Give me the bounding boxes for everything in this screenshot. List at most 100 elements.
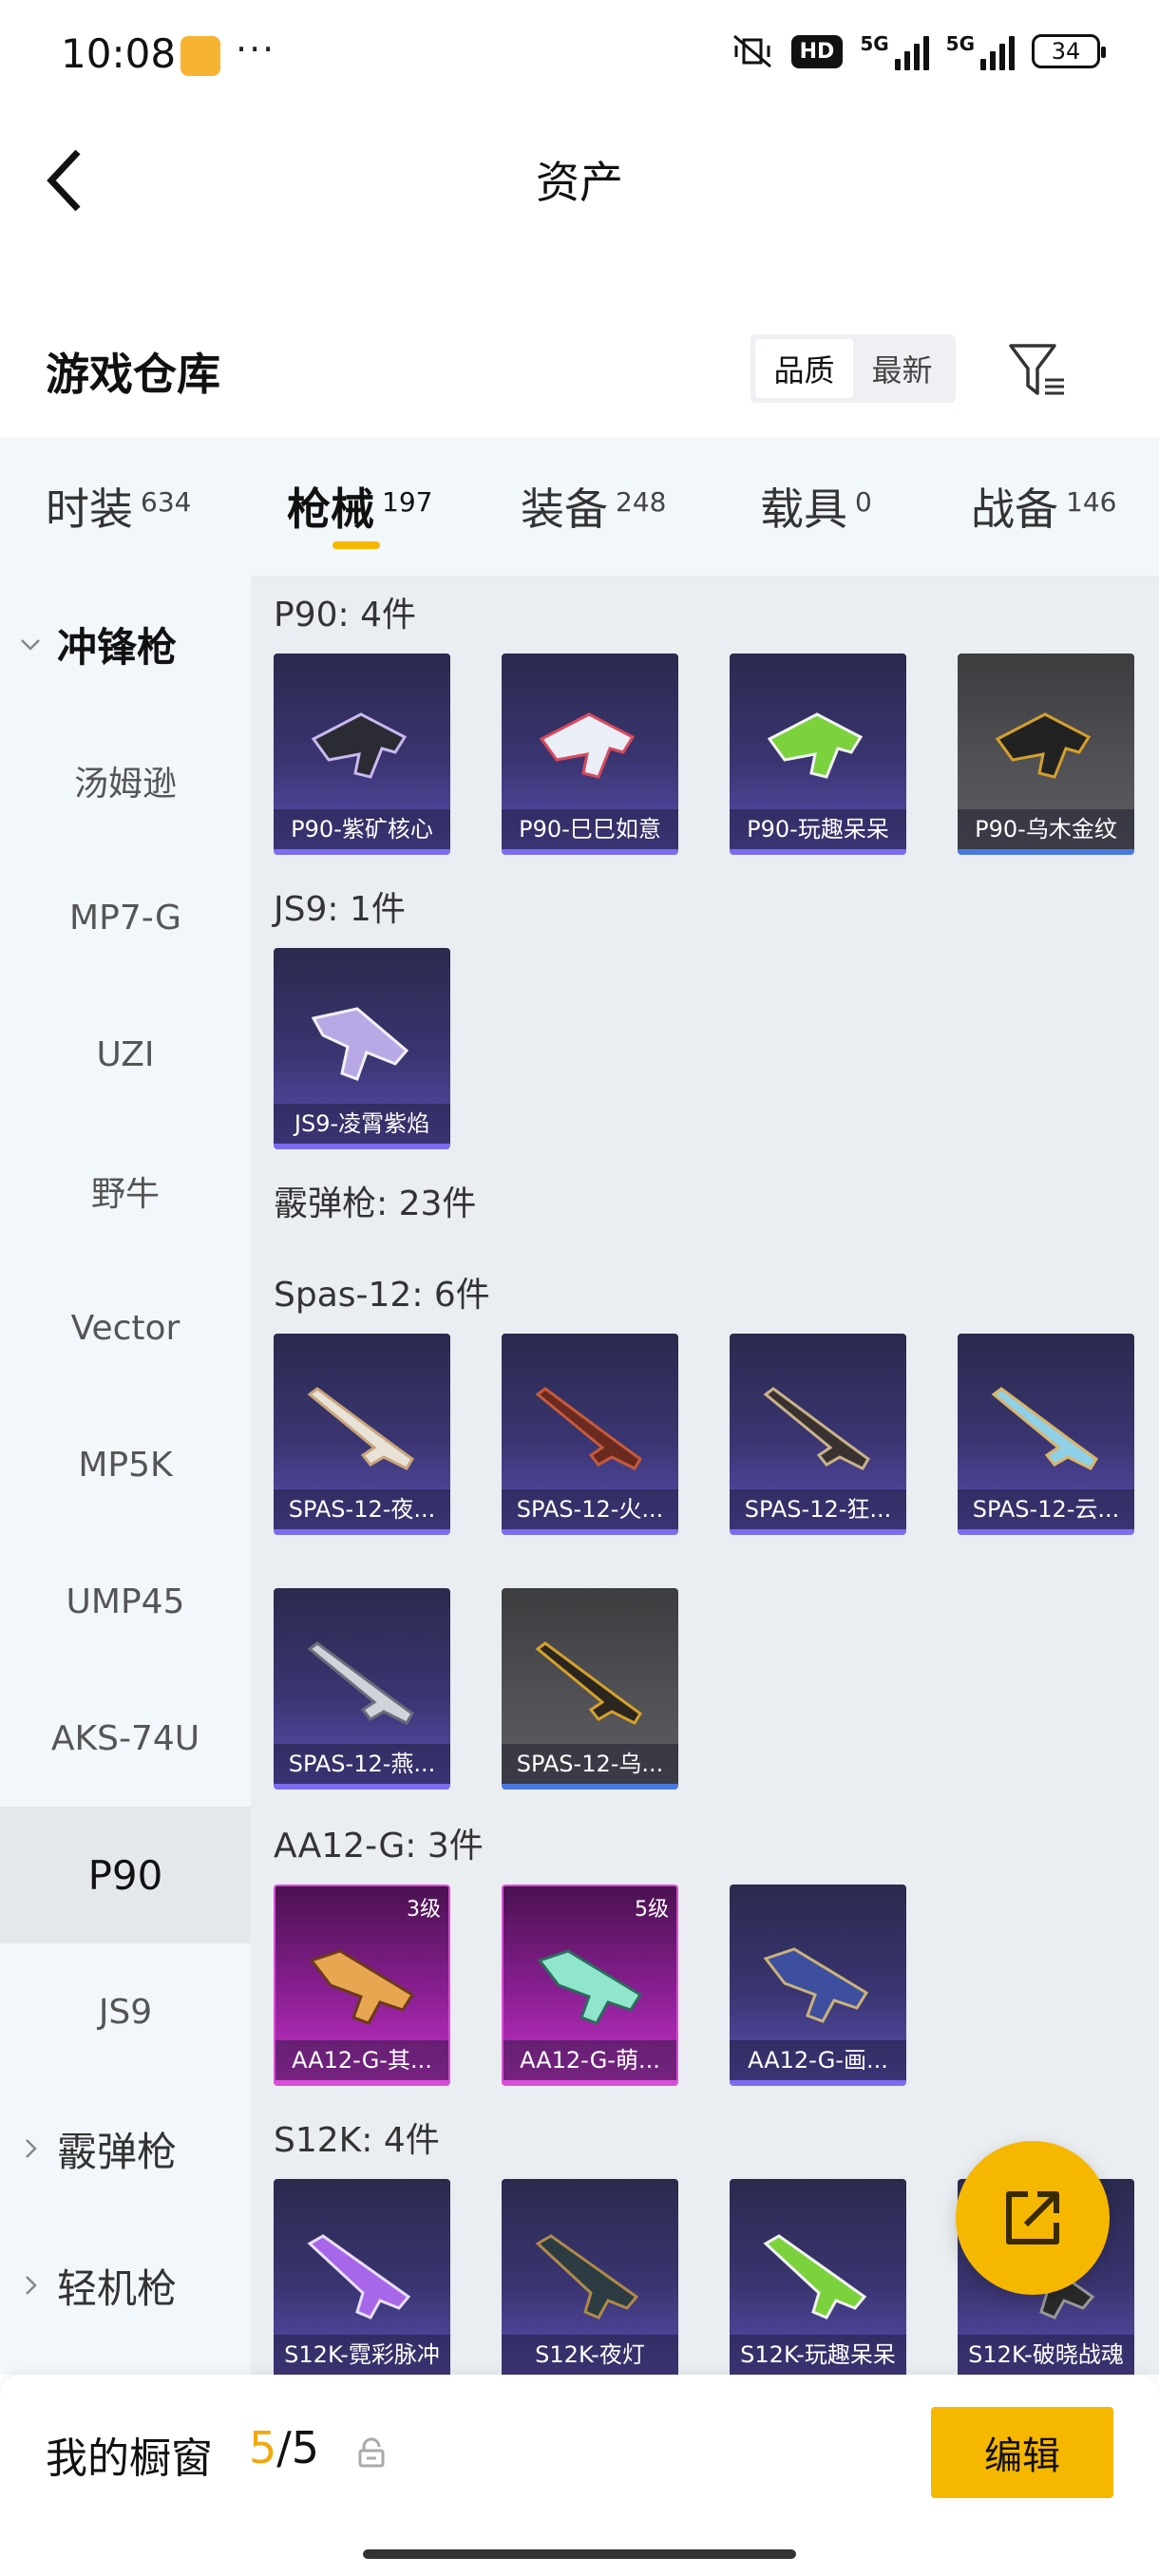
skin-name: SPAS-12-火... [502,1489,678,1529]
skin-card[interactable]: S12K-玩趣呆呆 [730,2179,906,2375]
skin-name: P90-巳巳如意 [502,809,678,849]
gun-skin-icon [539,712,636,779]
gun-skin-icon [535,1387,642,1470]
skin-name: SPAS-12-燕... [274,1744,450,1784]
showcase-label: 我的橱窗 [46,2434,213,2483]
vibrate-mute-icon [732,34,771,68]
skin-card[interactable]: SPAS-12-狂... [730,1334,906,1535]
showcase-separator: / [276,2422,292,2473]
sidebar-group-smg[interactable]: 冲锋枪 [0,576,251,712]
showcase-bar: 我的橱窗 5/5 编辑 [0,2375,1159,2576]
tab-gear[interactable]: 战备 146 [971,437,1116,538]
sidebar-item-uzi[interactable]: UZI [0,986,251,1123]
sidebar-group-lmg[interactable]: 轻机枪 [0,2217,251,2354]
weapon-type-sidebar: 冲锋枪 汤姆逊 MP7-G UZI 野牛 Vector MP5K UMP45 A… [0,576,251,2375]
skin-card[interactable]: SPAS-12-云... [958,1334,1134,1535]
gun-skin-icon [535,1641,642,1725]
skin-card[interactable]: P90-乌木金纹 [958,653,1134,855]
status-indicators: HD 5G 5G 34 [731,32,1106,70]
home-indicator[interactable] [363,2549,796,2559]
app-notification-icon [180,36,220,76]
page-title: 资产 [536,157,623,208]
skin-name: S12K-玩趣呆呆 [730,2335,906,2375]
gun-skin-icon [995,712,1092,779]
showcase-total: 5 [291,2422,320,2473]
skin-name: P90-玩趣呆呆 [730,809,906,849]
skin-card[interactable]: P90-紫矿核心 [274,653,450,855]
signal-icon-1: 5G [860,32,929,70]
skin-card[interactable]: SPAS-12-燕... [274,1588,450,1790]
sidebar-item-bizon[interactable]: 野牛 [0,1123,251,1260]
skin-name: JS9-凌霄紫焰 [274,1104,450,1144]
skin-card[interactable]: SPAS-12-夜... [274,1334,450,1535]
sidebar-item-js9[interactable]: JS9 [0,1943,251,2080]
gun-skin-icon [763,1387,870,1470]
warehouse-title: 游戏仓库 [46,349,220,400]
skin-card[interactable]: P90-玩趣呆呆 [730,653,906,855]
sidebar-item-mp7g[interactable]: MP7-G [0,849,251,986]
sort-newest-option[interactable]: 最新 [853,339,951,398]
gun-skin-icon [991,1387,1098,1470]
sidebar-item-aks74u[interactable]: AKS-74U [0,1670,251,1807]
sidebar-item-thompson[interactable]: 汤姆逊 [0,712,251,849]
chevron-right-icon [26,2276,37,2295]
skin-name: AA12-G-萌... [504,2040,676,2080]
status-time: 10:08 [61,30,177,77]
category-tabs: 时装 634 枪械 197 装备 248 载具 0 战备 146 [0,437,1159,576]
skin-name: P90-紫矿核心 [274,809,450,849]
sidebar-group-shotgun[interactable]: 霰弹枪 [0,2080,251,2217]
gun-skin-icon [763,1947,869,2023]
sort-toggle: 品质 最新 [750,334,956,403]
gun-skin-icon [535,2234,639,2320]
skin-name: AA12-G-画... [730,2040,906,2080]
more-notifications-icon: ··· [236,28,276,70]
tab-vehicles[interactable]: 载具 0 [760,437,872,538]
sidebar-item-mp5k[interactable]: MP5K [0,1396,251,1533]
skin-card[interactable]: P90-巳巳如意 [502,653,678,855]
sort-quality-option[interactable]: 品质 [755,339,853,398]
skin-card[interactable]: AA12-G-画... [730,1885,906,2086]
sidebar-item-p90[interactable]: P90 [0,1807,251,1943]
filter-icon[interactable] [1005,338,1068,401]
section-title-js9: JS9: 1件 [274,890,406,929]
chevron-right-icon [26,2139,37,2158]
skin-name: SPAS-12-夜... [274,1489,450,1529]
share-icon [1006,2191,1059,2245]
skin-card[interactable]: SPAS-12-火... [502,1334,678,1535]
skin-name: S12K-破晓战魂 [958,2335,1134,2375]
chevron-down-icon [21,639,40,651]
skin-name: SPAS-12-狂... [730,1489,906,1529]
gun-skin-icon [311,712,408,779]
hd-voice-icon: HD [790,34,844,68]
section-title-shotgun: 霰弹枪: 23件 [274,1184,477,1223]
section-title-p90: P90: 4件 [274,596,416,635]
section-title-aa12g: AA12-G: 3件 [274,1827,484,1866]
sidebar-item-vector[interactable]: Vector [0,1260,251,1396]
battery-icon: 34 [1032,34,1106,68]
gun-skin-icon [307,2234,411,2320]
sidebar-item-ump45[interactable]: UMP45 [0,1533,251,1670]
skin-card[interactable]: JS9-凌霄紫焰 [274,948,450,1149]
edit-button[interactable]: 编辑 [931,2407,1113,2498]
skin-card[interactable]: S12K-霓彩脉冲 [274,2179,450,2375]
page-header: 资产 [0,112,1159,245]
gun-skin-icon [311,1007,409,1081]
skin-card[interactable]: 5级 AA12-G-萌... [502,1885,678,2086]
gun-skin-icon [307,1387,414,1470]
skin-name: P90-乌木金纹 [958,809,1134,849]
section-title-spas12: Spas-12: 6件 [274,1276,490,1315]
skin-card[interactable]: S12K-夜灯 [502,2179,678,2375]
share-fab-button[interactable] [956,2141,1110,2295]
gun-skin-icon [767,712,864,779]
lock-icon [358,2437,385,2468]
signal-icon-2: 5G [946,32,1015,70]
showcase-count: 5/5 [249,2422,319,2473]
warehouse-row: 游戏仓库 品质 最新 [0,323,1159,427]
tab-equipment[interactable]: 装备 248 [521,437,666,538]
active-tab-indicator [332,541,380,549]
tab-fashion[interactable]: 时装 634 [46,437,191,538]
skin-card[interactable]: SPAS-12-乌... [502,1588,678,1790]
tab-firearms[interactable]: 枪械 197 [287,437,432,538]
skin-card[interactable]: 3级 AA12-G-其... [274,1885,450,2086]
status-bar: 10:08 ··· HD 5G 5G 34 [0,0,1159,112]
